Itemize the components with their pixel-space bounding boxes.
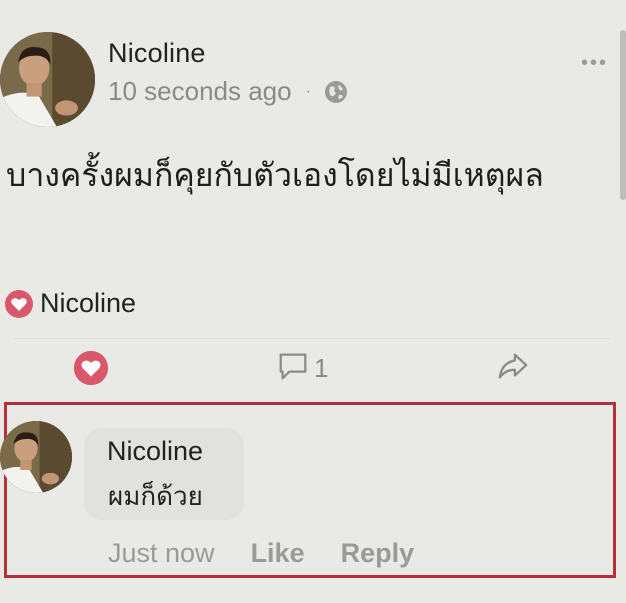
comment-count: 1 <box>314 353 329 383</box>
comment-icon <box>276 349 310 388</box>
share-button[interactable] <box>496 349 530 388</box>
globe-icon <box>323 79 349 105</box>
comment-timestamp[interactable]: Just now <box>108 538 215 569</box>
meta-separator: · <box>305 82 311 100</box>
scrollbar[interactable] <box>620 30 626 200</box>
comment-author-name[interactable]: Nicoline <box>107 436 203 467</box>
reaction-summary[interactable]: Nicoline <box>4 288 136 319</box>
comment-actions: Just now Like Reply <box>108 538 414 569</box>
avatar-photo <box>0 421 72 493</box>
comment-text: ผมก็ด้วย <box>108 482 203 512</box>
comment-reply-button[interactable]: Reply <box>341 538 415 569</box>
more-options-icon[interactable]: ••• <box>581 52 608 75</box>
post-meta: 10 seconds ago · <box>108 76 349 107</box>
post-author-avatar[interactable] <box>0 32 95 127</box>
comment-button[interactable]: 1 <box>276 349 328 388</box>
comment-like-button[interactable]: Like <box>251 538 305 569</box>
post-author-name[interactable]: Nicoline <box>108 38 206 69</box>
post-timestamp[interactable]: 10 seconds ago <box>108 76 292 107</box>
post-text: บางครั้งผมก็คุยกับตัวเองโดยไม่มีเหตุผล <box>6 156 544 194</box>
heart-icon <box>72 349 110 392</box>
post-action-bar: 1 <box>14 338 610 397</box>
reaction-user-name: Nicoline <box>40 288 137 318</box>
avatar-photo <box>0 32 95 127</box>
share-icon <box>496 349 530 388</box>
like-button[interactable] <box>72 349 110 392</box>
comment-author-avatar[interactable] <box>0 421 72 493</box>
heart-reaction-icon <box>4 289 34 319</box>
